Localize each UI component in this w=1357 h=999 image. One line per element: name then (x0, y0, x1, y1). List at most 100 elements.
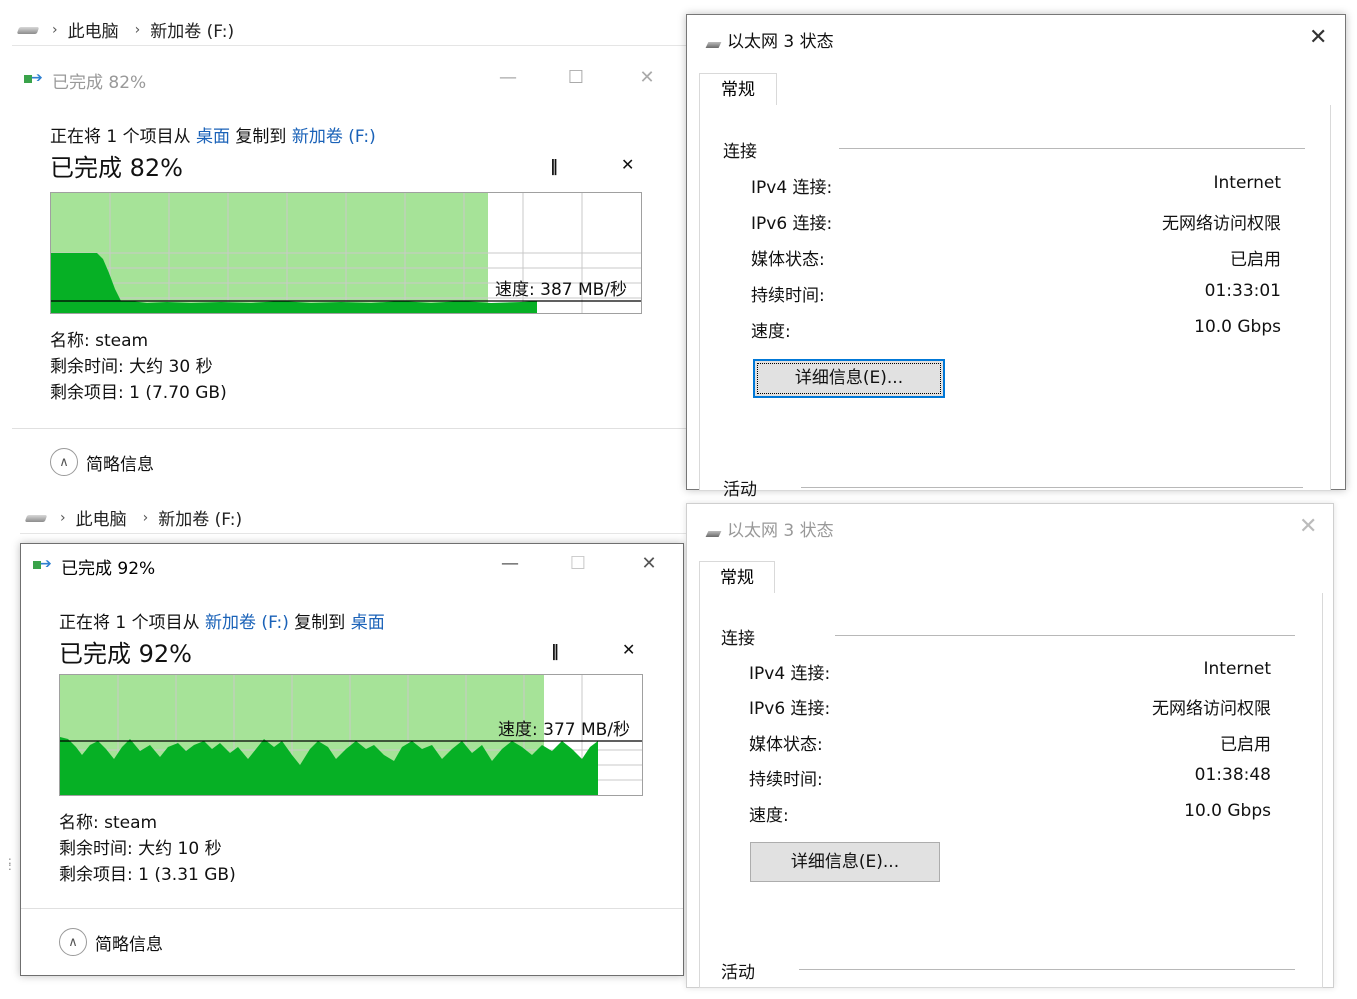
copy-description-prefix: 正在将 1 个项目从 (59, 613, 206, 633)
network-status-dialog: 以太网 3 状态 ✕ 常规 连接 IPv4 连接: Internet IPv6 … (686, 14, 1346, 500)
speed-label: 速度: (751, 322, 791, 342)
copy-progress-icon (24, 70, 46, 89)
activity-group-label: 活动 (721, 963, 755, 983)
details-button[interactable]: 详细信息(E)... (753, 359, 945, 398)
window-title: 以太网 3 状态 (727, 521, 834, 541)
breadcrumb-this-pc[interactable]: 此电脑 (76, 505, 127, 530)
tab-general[interactable]: 常规 (699, 561, 775, 594)
tab-panel (699, 593, 1323, 988)
copy-description-middle: 复制到 (230, 127, 292, 147)
source-link[interactable]: 新加卷 (F:) (205, 613, 289, 633)
breadcrumb-this-pc[interactable]: 此电脑 (68, 17, 119, 42)
fewer-details-button[interactable]: ∧ 简略信息 (59, 928, 163, 956)
address-bar[interactable]: › 此电脑 › 新加卷 (F:) (20, 502, 686, 534)
details-button-label: 详细信息(E)... (794, 368, 904, 388)
time-remaining: 剩余时间: 大约 10 秒 (59, 839, 222, 859)
duration-value: 01:33:01 (1204, 281, 1281, 301)
breadcrumb-drive-f[interactable]: 新加卷 (F:) (158, 505, 242, 530)
stop-icon[interactable]: ✕ (622, 640, 635, 659)
minimize-button[interactable]: — (496, 66, 520, 90)
maximize-button[interactable]: ☐ (564, 66, 588, 90)
close-button[interactable]: ✕ (637, 552, 661, 576)
copy-description-prefix: 正在将 1 个项目从 (50, 127, 197, 147)
title-bar[interactable]: 已完成 92% — ☐ ✕ (21, 544, 683, 588)
title-bar[interactable]: 已完成 82% — ☐ ✕ (12, 58, 686, 102)
ipv4-label: IPv4 连接: (751, 178, 833, 198)
speed-label: 速度: (749, 806, 789, 826)
fewer-details-label: 简略信息 (95, 934, 163, 955)
drive-icon (24, 511, 48, 525)
copy-description-middle: 复制到 (288, 613, 351, 633)
drive-icon (16, 23, 40, 37)
time-remaining: 剩余时间: 大约 30 秒 (50, 357, 213, 377)
progress-heading: 已完成 82% (50, 154, 183, 182)
speed-label: 速度: 377 MB/秒 (498, 720, 631, 740)
breadcrumb-drive-f[interactable]: 新加卷 (F:) (150, 17, 234, 42)
divider (12, 428, 686, 429)
copy-progress-dialog: 已完成 92% — ☐ ✕ 正在将 1 个项目从 新加卷 (F:) 复制到 桌面… (20, 543, 684, 976)
tab-general-label: 常规 (720, 568, 754, 588)
group-divider (839, 148, 1305, 149)
close-button[interactable]: ✕ (635, 66, 659, 90)
details-button[interactable]: 详细信息(E)... (750, 842, 940, 882)
fewer-details-label: 简略信息 (86, 454, 154, 475)
copy-progress-dialog: 已完成 82% — ☐ ✕ 正在将 1 个项目从 桌面 复制到 新加卷 (F:)… (12, 58, 686, 490)
speed-graph: 速度: 387 MB/秒 (50, 192, 642, 314)
copy-progress-icon (33, 556, 55, 575)
fewer-details-button[interactable]: ∧ 简略信息 (50, 448, 154, 476)
file-name: 名称: steam (50, 331, 149, 351)
address-bar[interactable]: › 此电脑 › 新加卷 (F:) (12, 14, 692, 46)
minimize-button[interactable]: — (498, 552, 522, 576)
chevron-right-icon: › (52, 21, 58, 38)
chevron-right-icon: › (134, 21, 141, 38)
media-state-label: 媒体状态: (749, 735, 823, 755)
destination-link[interactable]: 新加卷 (F:) (292, 127, 376, 147)
group-divider (801, 487, 1303, 488)
progress-heading: 已完成 92% (59, 640, 192, 668)
copy-description: 正在将 1 个项目从 桌面 复制到 新加卷 (F:) (50, 122, 376, 147)
close-button[interactable]: ✕ (1299, 514, 1317, 539)
tab-general[interactable]: 常规 (699, 73, 777, 106)
network-adapter-icon (707, 528, 723, 538)
duration-label: 持续时间: (751, 286, 825, 306)
ipv6-label: IPv6 连接: (751, 214, 833, 234)
speed-graph: 速度: 377 MB/秒 (59, 674, 643, 796)
duration-value: 01:38:48 (1194, 765, 1271, 785)
pause-icon[interactable]: ‖ (550, 156, 558, 175)
group-divider (835, 635, 1295, 636)
close-button[interactable]: ✕ (1309, 25, 1327, 50)
group-divider (799, 969, 1295, 970)
activity-group-label: 活动 (723, 480, 757, 500)
stop-icon[interactable]: ✕ (621, 155, 634, 174)
chevron-right-icon: › (142, 509, 149, 526)
chevron-up-icon: ∧ (59, 928, 87, 956)
drag-handle-icon: :: (8, 854, 12, 873)
destination-link[interactable]: 桌面 (351, 613, 385, 633)
source-link[interactable]: 桌面 (196, 127, 230, 147)
maximize-button[interactable]: ☐ (566, 552, 590, 576)
file-name: 名称: steam (59, 813, 158, 833)
divider (21, 908, 683, 909)
chevron-up-icon: ∧ (50, 448, 78, 476)
ipv4-value: Internet (1213, 173, 1281, 193)
network-status-dialog: 以太网 3 状态 ✕ 常规 连接 IPv4 连接: Internet IPv6 … (686, 503, 1334, 988)
window-title: 已完成 82% (52, 73, 147, 93)
items-remaining: 剩余项目: 1 (7.70 GB) (50, 383, 227, 403)
speed-value: 10.0 Gbps (1184, 801, 1271, 821)
pause-icon[interactable]: ‖ (551, 641, 559, 660)
speed-label: 速度: 387 MB/秒 (495, 280, 628, 300)
ipv6-value: 无网络访问权限 (1162, 214, 1281, 234)
speed-value: 10.0 Gbps (1194, 317, 1281, 337)
ipv6-value: 无网络访问权限 (1152, 699, 1271, 719)
items-remaining: 剩余项目: 1 (3.31 GB) (59, 865, 236, 885)
network-adapter-icon (707, 39, 723, 49)
file-details: 名称: steam 剩余时间: 大约 30 秒 剩余项目: 1 (7.70 GB… (50, 328, 227, 406)
copy-description: 正在将 1 个项目从 新加卷 (F:) 复制到 桌面 (59, 608, 385, 633)
file-details: 名称: steam 剩余时间: 大约 10 秒 剩余项目: 1 (3.31 GB… (59, 810, 236, 888)
connection-group-label: 连接 (723, 142, 757, 162)
media-state-value: 已启用 (1230, 250, 1281, 270)
chevron-right-icon: › (60, 509, 66, 526)
connection-group-label: 连接 (721, 629, 755, 649)
duration-label: 持续时间: (749, 770, 823, 790)
details-button-label: 详细信息(E)... (790, 852, 900, 872)
